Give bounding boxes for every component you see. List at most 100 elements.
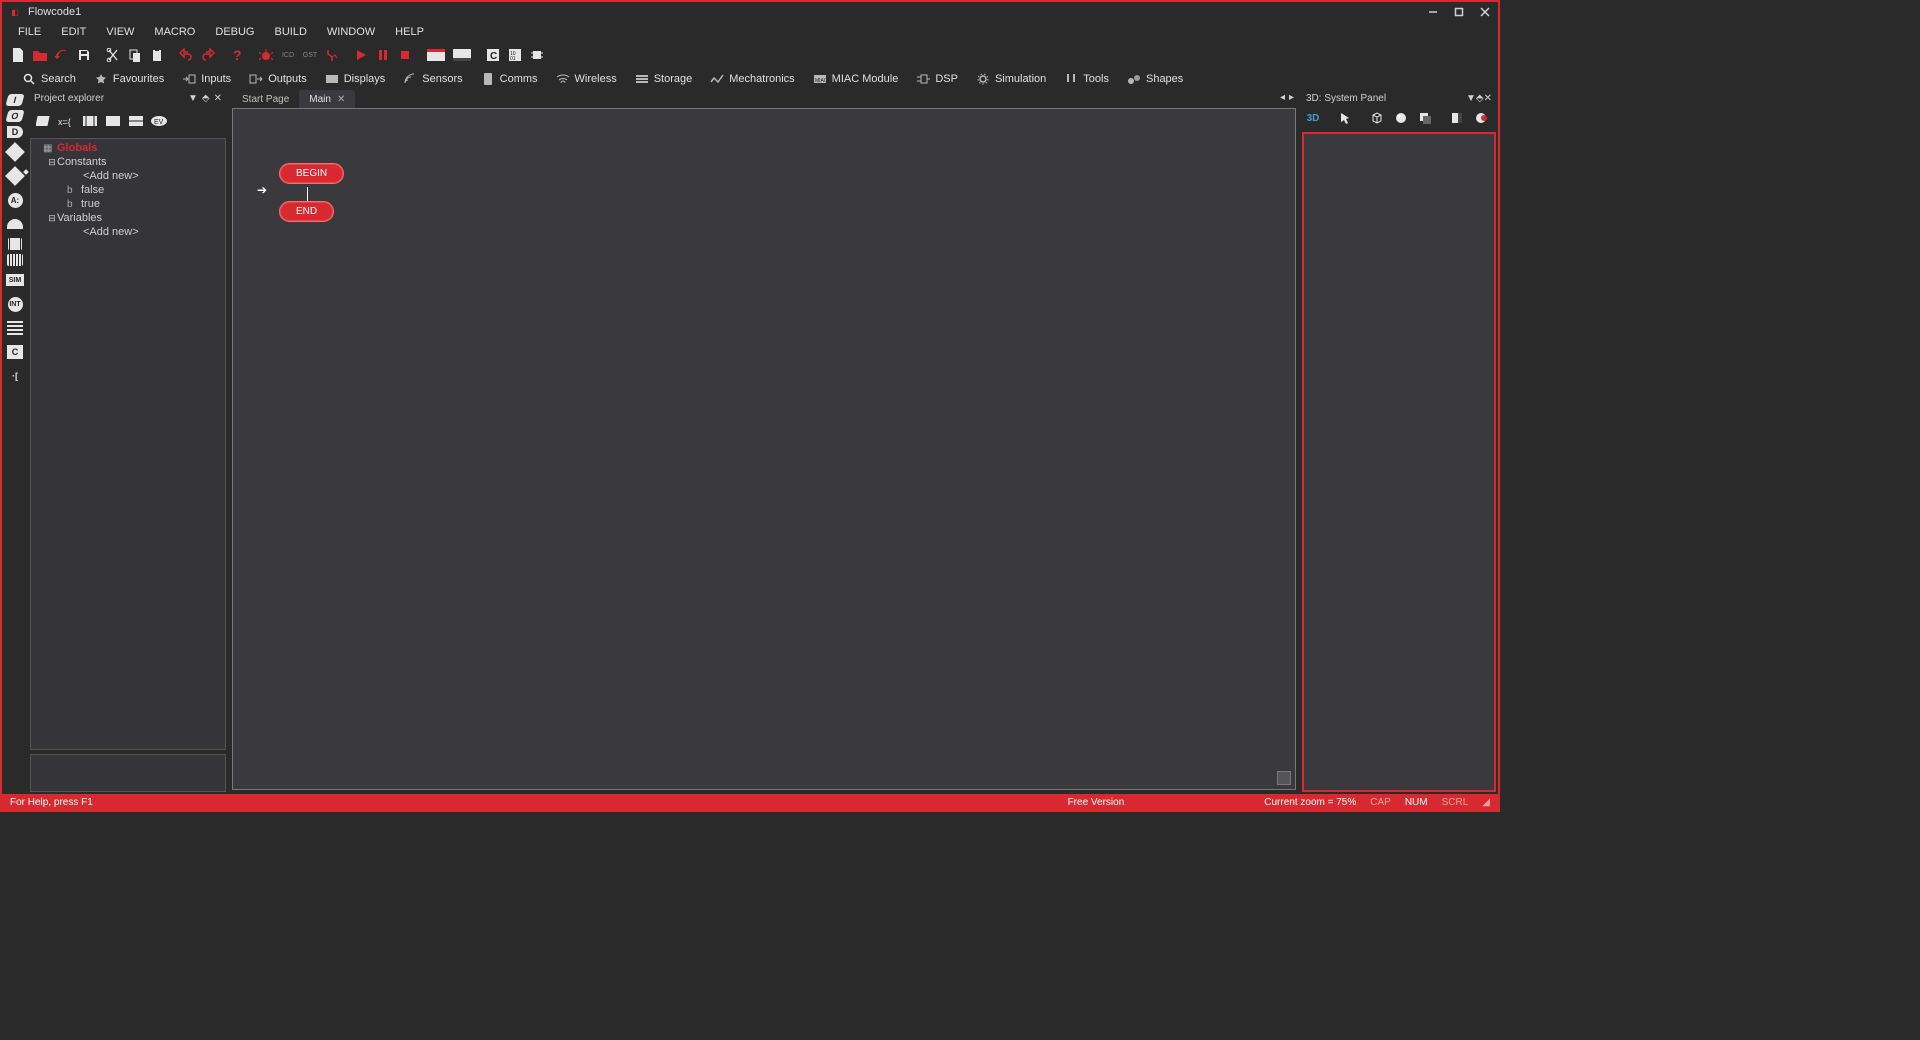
- tool-interrupt-icon[interactable]: INT: [8, 294, 23, 314]
- stop-icon[interactable]: [395, 45, 415, 65]
- rpanel-snap-icon[interactable]: [1446, 108, 1468, 128]
- rpanel-cursor-icon[interactable]: [1334, 108, 1356, 128]
- rpanel-dropdown-icon[interactable]: ▼: [1466, 93, 1476, 104]
- new-file-icon[interactable]: [8, 45, 28, 65]
- system-panel-icon[interactable]: [450, 45, 474, 65]
- bug-icon[interactable]: [256, 45, 276, 65]
- cat-outputs[interactable]: Outputs: [249, 72, 307, 86]
- tree-false[interactable]: false: [81, 184, 104, 196]
- redo-icon[interactable]: [198, 45, 218, 65]
- maximize-button[interactable]: [1446, 2, 1472, 22]
- flowchart-canvas[interactable]: ➔ BEGIN END: [232, 108, 1296, 790]
- rpanel-close-icon[interactable]: ✕: [1484, 93, 1492, 104]
- tool-component-icon[interactable]: [7, 254, 23, 266]
- flow-begin-node[interactable]: BEGIN: [279, 163, 344, 184]
- compile-c-icon[interactable]: C: [483, 45, 503, 65]
- minimize-button[interactable]: [1420, 2, 1446, 22]
- play-icon[interactable]: [351, 45, 371, 65]
- undo-arrow-icon[interactable]: [52, 45, 72, 65]
- menu-build[interactable]: BUILD: [265, 24, 317, 40]
- tool-output-icon[interactable]: O: [5, 110, 24, 122]
- rpanel-grid-icon[interactable]: [1470, 108, 1492, 128]
- tool-loop-icon[interactable]: [7, 214, 23, 234]
- explorer-ports-icon[interactable]: [34, 111, 54, 131]
- explorer-ev-icon[interactable]: EV: [149, 111, 169, 131]
- cat-tools[interactable]: Tools: [1064, 72, 1109, 86]
- tool-decision-icon[interactable]: [8, 142, 22, 162]
- cat-search[interactable]: Search: [22, 72, 76, 86]
- tab-close-icon[interactable]: ✕: [337, 94, 345, 105]
- explorer-types-icon[interactable]: [126, 111, 146, 131]
- rpanel-pin-icon[interactable]: ⬘: [1476, 93, 1484, 104]
- cat-displays[interactable]: Displays: [325, 72, 386, 86]
- cat-sensors[interactable]: Sensors: [403, 72, 462, 86]
- step-config-icon[interactable]: [322, 45, 342, 65]
- menu-window[interactable]: WINDOW: [317, 24, 385, 40]
- explorer-globals-icon[interactable]: x={: [57, 111, 77, 131]
- copy-icon[interactable]: [125, 45, 145, 65]
- tab-prev-icon[interactable]: ◂: [1280, 92, 1285, 103]
- expand-icon[interactable]: ⊟: [47, 213, 57, 224]
- tool-comment-icon[interactable]: ·[: [4, 366, 26, 386]
- explorer-pin-icon[interactable]: ⬘: [202, 93, 210, 104]
- cat-mechatronics[interactable]: Mechatronics: [710, 72, 794, 86]
- cat-storage[interactable]: Storage: [635, 72, 693, 86]
- explorer-dropdown-icon[interactable]: ▼: [188, 93, 198, 104]
- save-icon[interactable]: [74, 45, 94, 65]
- tab-start-page[interactable]: Start Page: [232, 90, 299, 108]
- menu-view[interactable]: VIEW: [96, 24, 144, 40]
- cat-shapes[interactable]: Shapes: [1127, 72, 1183, 86]
- cat-wireless[interactable]: Wireless: [556, 72, 617, 86]
- tool-calculation-icon[interactable]: [7, 318, 23, 338]
- explorer-tree[interactable]: ▦Globals ⊟Constants <Add new> bfalse btr…: [30, 138, 226, 750]
- dashboard-panel-icon[interactable]: [424, 45, 448, 65]
- tree-true[interactable]: true: [81, 198, 100, 210]
- tool-code-icon[interactable]: C: [7, 342, 23, 362]
- menu-help[interactable]: HELP: [385, 24, 434, 40]
- compile-chip-icon[interactable]: [527, 45, 547, 65]
- menu-edit[interactable]: EDIT: [51, 24, 96, 40]
- expand-icon[interactable]: ⊟: [47, 157, 57, 168]
- canvas-resize-icon[interactable]: [1277, 771, 1291, 785]
- tool-connection-icon[interactable]: A:: [8, 190, 23, 210]
- menu-macro[interactable]: MACRO: [144, 24, 205, 40]
- tool-delay-icon[interactable]: D: [7, 126, 23, 138]
- tool-sim-icon[interactable]: SIM: [6, 270, 24, 290]
- tree-variables[interactable]: Variables: [57, 212, 102, 224]
- cat-miac[interactable]: MIACMIAC Module: [813, 72, 899, 86]
- cat-inputs[interactable]: Inputs: [182, 72, 231, 86]
- compile-hex-icon[interactable]: 1001: [505, 45, 525, 65]
- ghost-icon[interactable]: GST: [300, 45, 320, 65]
- rpanel-box-icon[interactable]: [1366, 108, 1388, 128]
- cat-simulation[interactable]: Simulation: [976, 72, 1046, 86]
- tool-input-icon[interactable]: I: [5, 94, 24, 106]
- menu-file[interactable]: FILE: [8, 24, 51, 40]
- tree-add-new[interactable]: <Add new>: [83, 170, 139, 182]
- explorer-components-icon[interactable]: [103, 111, 123, 131]
- icd-icon[interactable]: ICD: [278, 45, 298, 65]
- paste-icon[interactable]: [147, 45, 167, 65]
- pause-icon[interactable]: [373, 45, 393, 65]
- menu-debug[interactable]: DEBUG: [205, 24, 264, 40]
- help-icon[interactable]: ?: [227, 45, 247, 65]
- cut-icon[interactable]: [103, 45, 123, 65]
- tool-switch-icon[interactable]: [8, 166, 22, 186]
- cat-comms[interactable]: Comms: [481, 72, 538, 86]
- rpanel-3d-button[interactable]: 3D: [1302, 108, 1324, 128]
- tree-constants[interactable]: Constants: [57, 156, 107, 168]
- tool-macro-icon[interactable]: [7, 238, 23, 250]
- open-file-icon[interactable]: [30, 45, 50, 65]
- rpanel-shadow-icon[interactable]: [1414, 108, 1436, 128]
- undo-icon[interactable]: [176, 45, 196, 65]
- explorer-close-icon[interactable]: ✕: [214, 93, 222, 104]
- tab-main[interactable]: Main✕: [299, 90, 355, 108]
- tree-add-new[interactable]: <Add new>: [83, 226, 139, 238]
- cat-favourites[interactable]: Favourites: [94, 72, 164, 86]
- rpanel-3d-canvas[interactable]: [1302, 132, 1496, 792]
- explorer-macros-icon[interactable]: [80, 111, 100, 131]
- rpanel-sphere-icon[interactable]: [1390, 108, 1412, 128]
- cat-dsp[interactable]: DSP: [916, 72, 958, 86]
- tree-root-globals[interactable]: Globals: [57, 142, 97, 154]
- tab-next-icon[interactable]: ▸: [1289, 92, 1294, 103]
- flow-end-node[interactable]: END: [279, 201, 334, 222]
